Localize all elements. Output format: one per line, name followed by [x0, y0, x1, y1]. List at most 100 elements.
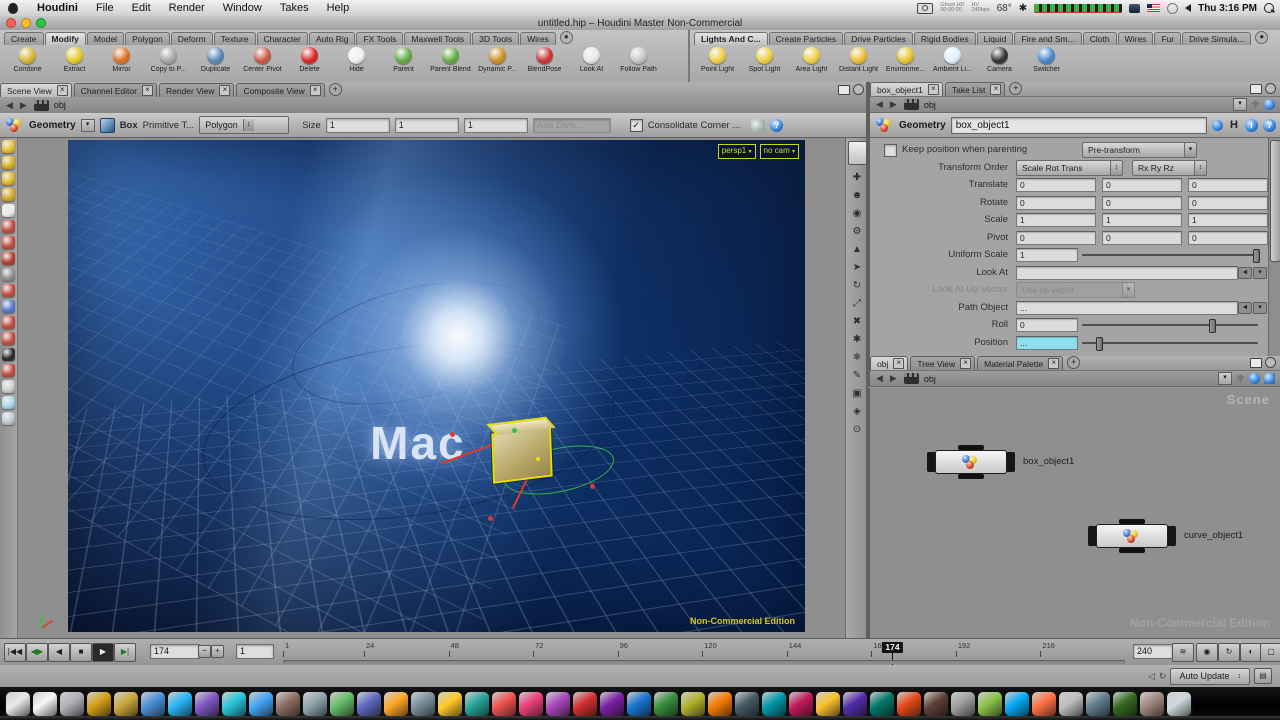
viewport-tool-icon-6[interactable]: [2, 220, 15, 233]
dock-icon-22[interactable]: [573, 692, 597, 716]
shelfR-tab-liquid[interactable]: Liquid: [977, 32, 1014, 45]
keyframe-options-button[interactable]: ▢: [1260, 643, 1280, 662]
close-tab-icon[interactable]: ×: [990, 84, 1001, 95]
path-object-field[interactable]: ...: [1016, 301, 1238, 315]
viewport-tool-icon-r2[interactable]: ☻: [850, 189, 865, 203]
shelfL-tab-model[interactable]: Model: [87, 32, 124, 45]
viewport-tool-icon-r12[interactable]: ✎: [850, 369, 865, 383]
viewport-tool-icon-14[interactable]: [2, 348, 15, 361]
shelf-tool-spot-light[interactable]: Spot Light: [741, 45, 788, 81]
shelf-tool-delete[interactable]: Delete: [286, 45, 333, 81]
viewport-tool-icon-r15[interactable]: ⊙: [850, 423, 865, 437]
viewport-tool-icon-1[interactable]: [2, 140, 15, 153]
timeline-groove[interactable]: [283, 660, 1125, 664]
shelfR-tab-cloth[interactable]: Cloth: [1083, 32, 1117, 45]
dock-icon-33[interactable]: [870, 692, 894, 716]
close-tab-icon[interactable]: ×: [219, 85, 230, 96]
shelf-tool-switcher[interactable]: Switcher: [1023, 45, 1070, 81]
shelfL-add-shelf-icon[interactable]: ●: [560, 31, 573, 44]
dock-icon-37[interactable]: [978, 692, 1002, 716]
translate-z-field[interactable]: 0: [1188, 178, 1268, 192]
menu-help[interactable]: Help: [318, 2, 359, 14]
step-back-button[interactable]: ◀: [48, 643, 70, 662]
pin-icon[interactable]: [1251, 100, 1260, 109]
forward-arrow-icon[interactable]: ▶: [888, 99, 899, 110]
gear-icon[interactable]: ✱: [1019, 3, 1027, 14]
viewport-tool-icon-7[interactable]: [2, 236, 15, 249]
primitive-type-dropdown[interactable]: Polygon↕: [199, 116, 289, 134]
node-chooser-icon[interactable]: ◄: [1238, 267, 1252, 279]
open-chooser-icon[interactable]: ▾: [1253, 267, 1267, 279]
dock-icon-23[interactable]: [600, 692, 624, 716]
size-x-field[interactable]: 1: [326, 118, 390, 133]
dock-icon-14[interactable]: [357, 692, 381, 716]
split-pane-icon[interactable]: [1265, 83, 1276, 94]
close-tab-icon[interactable]: ×: [310, 85, 321, 96]
slider-handle[interactable]: [1253, 249, 1260, 263]
play-reverse-button[interactable]: ◀▶: [26, 643, 48, 662]
shelfL-tab-wires[interactable]: Wires: [520, 32, 556, 45]
maximize-pane-icon[interactable]: [1250, 84, 1262, 94]
node-body[interactable]: [1096, 524, 1168, 548]
frame-ruler[interactable]: 124487296120144168192216174: [283, 641, 1125, 659]
viewport-tool-icon-13[interactable]: [2, 332, 15, 345]
scene-tab-channel-editor[interactable]: Channel Editor×: [74, 83, 157, 97]
menu-takes[interactable]: Takes: [271, 2, 318, 14]
search-icon[interactable]: [1264, 373, 1275, 384]
dock-icon-40[interactable]: [1059, 692, 1083, 716]
network-node-box-object1[interactable]: box_object1: [927, 449, 1015, 475]
auto-update-dropdown[interactable]: Auto Update↕: [1170, 668, 1250, 685]
dock-icon-25[interactable]: [654, 692, 678, 716]
back-arrow-icon[interactable]: ◀: [4, 100, 15, 111]
sync-target-icon[interactable]: [1264, 99, 1275, 110]
snap-icon[interactable]: [751, 119, 765, 132]
shelfR-tab-drive-particles[interactable]: Drive Particles: [844, 32, 913, 45]
shelfR-tab-wires[interactable]: Wires: [1118, 32, 1154, 45]
network-node-curve-object1[interactable]: curve_object1: [1088, 523, 1176, 549]
scale-x-field[interactable]: 1: [1016, 213, 1096, 227]
screen-recorder-icon[interactable]: [917, 3, 933, 14]
sync-circle-icon[interactable]: [1167, 3, 1178, 14]
network-context-icon[interactable]: [904, 99, 919, 110]
shelfL-tab-character[interactable]: Character: [257, 32, 308, 45]
shelf-tool-duplicate[interactable]: Duplicate: [192, 45, 239, 81]
range-end-field[interactable]: 240: [1133, 644, 1173, 659]
scale-z-field[interactable]: 1: [1188, 213, 1268, 227]
viewport-tool-icon-r7[interactable]: ↻: [850, 279, 865, 293]
viewport-tool-icon-3[interactable]: [2, 172, 15, 185]
node-body[interactable]: [935, 450, 1007, 474]
pivot-y-field[interactable]: 0: [1102, 231, 1182, 245]
viewport-tool-icon-r6[interactable]: ➤: [850, 261, 865, 275]
window-title-bar[interactable]: untitled.hip – Houdini Master Non-Commer…: [0, 16, 1280, 31]
shelfL-tab-maxwell-tools[interactable]: Maxwell Tools: [404, 32, 471, 45]
pane-divider[interactable]: [866, 82, 868, 638]
shelfL-tab-deform[interactable]: Deform: [171, 32, 213, 45]
close-tab-icon[interactable]: ×: [960, 358, 971, 369]
viewport-tool-icon-5[interactable]: [2, 204, 15, 217]
close-tab-icon[interactable]: ×: [1048, 358, 1059, 369]
shelfL-tab-polygon[interactable]: Polygon: [125, 32, 170, 45]
dropdown-arrows-icon[interactable]: ↕: [1194, 160, 1207, 176]
select-node-icon[interactable]: [1212, 120, 1223, 131]
shelf-tool-look-at[interactable]: Look At: [568, 45, 615, 81]
dock-icon-42[interactable]: [1113, 692, 1137, 716]
uniform-scale-slider[interactable]: [1082, 254, 1258, 256]
transform-order-dropdown[interactable]: Scale Rot Trans: [1016, 160, 1112, 176]
handle-dot-green[interactable]: [512, 428, 517, 433]
keyboard-viewer-icon[interactable]: [1129, 4, 1140, 13]
params-tab-take-list[interactable]: Take List×: [945, 82, 1006, 96]
dock-icon-43[interactable]: [1140, 692, 1164, 716]
dock-icon-21[interactable]: [546, 692, 570, 716]
dock-icon-24[interactable]: [627, 692, 651, 716]
go-to-start-button[interactable]: |◀◀: [4, 643, 26, 662]
context-dropdown-icon[interactable]: ▾: [81, 119, 95, 132]
shelf-tool-point-light[interactable]: Point Light: [694, 45, 741, 81]
keep-position-checkbox[interactable]: [884, 144, 897, 157]
dock-icon-8[interactable]: [195, 692, 219, 716]
slider-handle[interactable]: [1209, 319, 1216, 333]
consolidate-checkbox[interactable]: ✓: [630, 119, 643, 132]
playback-frame-field[interactable]: 174: [150, 644, 200, 659]
temperature-label[interactable]: 68°: [997, 3, 1012, 14]
scale-y-field[interactable]: 1: [1102, 213, 1182, 227]
viewport-tool-icon-12[interactable]: [2, 316, 15, 329]
